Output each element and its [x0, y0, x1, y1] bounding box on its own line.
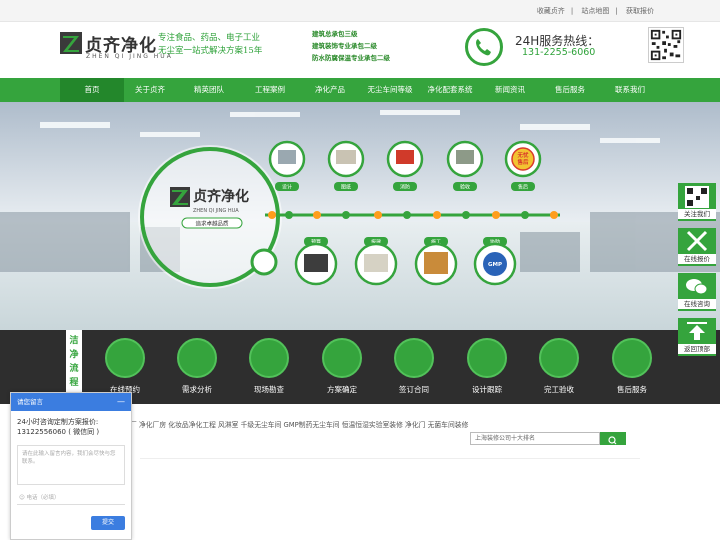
slogan-line: 专注食品、药品、电子工业: [158, 33, 261, 43]
nav-contact[interactable]: 联系我们: [598, 78, 662, 102]
phone-placeholder: 电话（必填）: [26, 495, 60, 501]
process-step[interactable]: 方案确定: [306, 338, 378, 395]
stage-label-drawing: 图纸: [341, 184, 351, 191]
sidebar-follow[interactable]: 关注我们: [678, 183, 716, 221]
sitemap-link[interactable]: 站点地图: [581, 7, 609, 15]
check-icon: [322, 338, 362, 378]
top-bar: 收藏贞齐 | 站点地图 | 获取报价: [0, 0, 720, 22]
ruler-icon: [249, 338, 289, 378]
nav-team[interactable]: 精英团队: [177, 78, 241, 102]
message-widget: 请您留言 — 24小时咨询定制方案报价: 13122556060 ( 微信同 )…: [10, 392, 132, 540]
step-label: 设计跟踪: [472, 385, 502, 394]
target-icon: [467, 338, 507, 378]
chat-title: 请您留言: [17, 398, 43, 406]
arrow-up-icon: [687, 322, 707, 340]
banner-badge-line: 售后: [517, 158, 529, 166]
contract-icon: [394, 338, 434, 378]
phone-icon: [465, 28, 503, 66]
get-quote-link[interactable]: 获取报价: [626, 7, 654, 15]
process-step[interactable]: 需求分析: [161, 338, 233, 395]
headset-icon: [612, 338, 652, 378]
step-label: 售后服务: [617, 385, 647, 394]
hero-banner: 贞齐净化 ZHEN QI JING HUA 追求卓越品质 无忧 售后 设计 图纸…: [0, 102, 720, 330]
hot-keywords[interactable]: 厂 净化厂房 化妆品净化工程 风淋室 千级无尘车间 GMP制药无尘车间 恒温恒湿…: [130, 419, 468, 429]
banner-tagline: 追求卓越品质: [195, 220, 229, 228]
chat-message: 24小时咨询定制方案报价: 13122556060 ( 微信同 ): [17, 418, 100, 436]
banner-logo-subtext: ZHEN QI JING HUA: [193, 208, 239, 214]
sidebar-label: 返回顶部: [678, 344, 716, 354]
sidebar-label: 在线报价: [678, 254, 716, 264]
slogan: 专注食品、药品、电子工业 无尘室一站式解决方案15年: [158, 32, 262, 58]
pencil-ruler-icon: [686, 230, 708, 252]
step-label: 签订合同: [399, 385, 429, 394]
divider: [140, 458, 640, 459]
step-label: 需求分析: [182, 385, 212, 394]
search-input[interactable]: 上海装修公司十大排名: [470, 432, 600, 445]
hotline-number[interactable]: 131-2255-6060: [522, 47, 595, 58]
process-step[interactable]: 签订合同: [378, 338, 450, 395]
sidebar-consult[interactable]: 在线咨询: [678, 273, 716, 311]
process-step[interactable]: 完工验收: [523, 338, 595, 395]
nav-systems[interactable]: 净化配套系统: [418, 78, 482, 102]
cert-item: 建筑装饰专业承包二级: [312, 42, 377, 50]
top-links: 收藏贞齐 | 站点地图 | 获取报价: [536, 7, 654, 15]
stage-label-acceptance: 验收: [460, 184, 470, 191]
qr-code-icon: [685, 186, 709, 208]
wechat-icon: [686, 279, 708, 295]
sidebar-label: 在线咨询: [678, 299, 716, 309]
nav-home[interactable]: 首页: [60, 78, 124, 102]
process-step[interactable]: 在线预约: [89, 338, 161, 395]
banner-logo-text: 贞齐净化: [193, 188, 249, 205]
search-button[interactable]: [600, 432, 626, 445]
sidebar-quote[interactable]: 在线报价: [678, 228, 716, 266]
search-icon: [608, 436, 617, 445]
nav-cases[interactable]: 工程案例: [238, 78, 302, 102]
nav-aftersales[interactable]: 售后服务: [538, 78, 602, 102]
site-header: 贞齐净化 ZHEN QI JING HUA 专注食品、药品、电子工业 无尘室一站…: [0, 22, 720, 78]
chat-header: 请您留言 —: [11, 393, 131, 411]
process-step[interactable]: 售后服务: [596, 338, 668, 395]
slogan-line: 无尘室一站式解决方案15年: [158, 46, 263, 56]
nav-cleanroom-levels[interactable]: 无尘车间等级: [358, 78, 422, 102]
qr-code-icon: [648, 27, 684, 63]
logo-icon[interactable]: [60, 32, 82, 54]
message-textarea[interactable]: 请在此输入留言内容，我们会尽快与您联系。: [17, 445, 125, 485]
step-label: 方案确定: [327, 385, 357, 394]
gmp-badge: GMP: [488, 262, 502, 268]
minimize-button[interactable]: —: [117, 393, 125, 411]
nav-news[interactable]: 新闻资讯: [478, 78, 542, 102]
banner-badge-line: 无忧: [516, 151, 529, 159]
flag-icon: [539, 338, 579, 378]
stage-label-design: 设计: [282, 184, 292, 191]
step-label: 现场勘查: [254, 385, 284, 394]
sidebar-label: 关注我们: [678, 209, 716, 219]
certifications: 建筑总承包三级 建筑装饰专业承包二级 防水防腐保温专业承包二级: [312, 28, 390, 64]
main-nav: 首页 关于贞齐 精英团队 工程案例 净化产品 无尘车间等级 净化配套系统 新闻资…: [0, 78, 720, 102]
stage-label-fire: 消防: [400, 184, 410, 191]
submit-button[interactable]: 提交: [91, 516, 125, 530]
process-step[interactable]: 现场勘查: [233, 338, 305, 395]
nav-about[interactable]: 关于贞齐: [118, 78, 182, 102]
cert-item: 建筑总承包三级: [312, 30, 358, 38]
sidebar-back-to-top[interactable]: 返回顶部: [678, 318, 716, 356]
banner-illustration: 贞齐净化 ZHEN QI JING HUA 追求卓越品质 无忧 售后 设计 图纸…: [0, 102, 720, 330]
stage-label-aftersales: 售后: [518, 184, 528, 191]
process-step[interactable]: 设计跟踪: [451, 338, 523, 395]
favorite-link[interactable]: 收藏贞齐: [537, 7, 565, 15]
nav-products[interactable]: 净化产品: [298, 78, 362, 102]
phone-field[interactable]: ☺ 电话（必填）: [17, 493, 125, 505]
cert-item: 防水防腐保温专业承包二级: [312, 54, 390, 62]
chart-icon: [177, 338, 217, 378]
calendar-icon: [105, 338, 145, 378]
step-label: 完工验收: [544, 385, 574, 394]
